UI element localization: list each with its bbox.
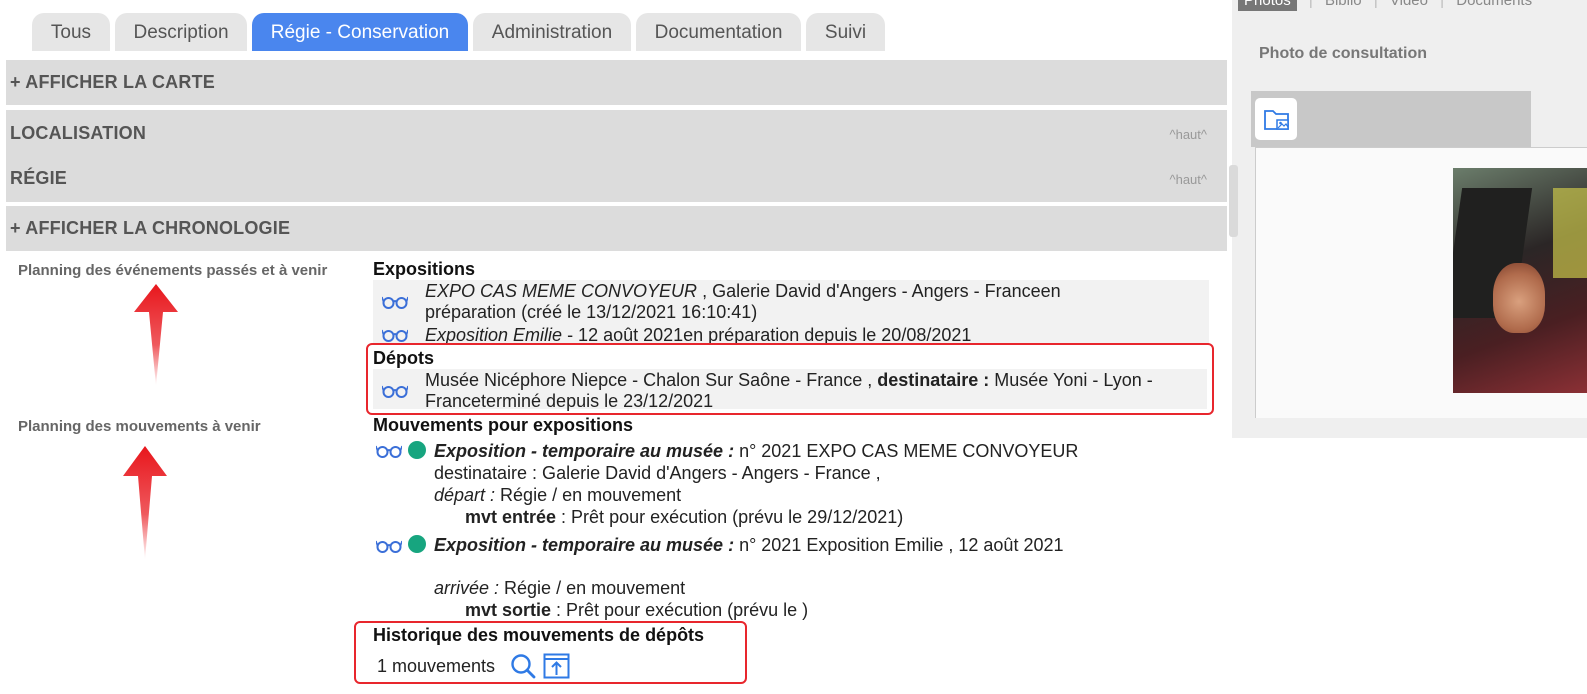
folder-image-icon [1264,110,1289,130]
show-chronology-label: + AFFICHER LA CHRONOLOGIE [10,218,291,238]
glasses-icon[interactable] [376,539,402,553]
mvt-exit-value: : Prêt pour exécution (prévu le ) [551,600,809,620]
exposition-item-line2: préparation (créé le 13/12/2021 16:10:41… [425,302,758,322]
exposition-item: EXPO CAS MEME CONVOYEUR , Galerie David … [425,281,1061,302]
expositions-heading: Expositions [373,259,476,279]
movements-planning-label: Planning des mouvements à venir [18,418,261,435]
regie-heading[interactable]: RÉGIE [10,168,67,189]
glasses-icon[interactable] [382,384,408,398]
departure-label: départ : [434,485,496,505]
events-planning-label: Planning des événements passés et à veni… [18,262,328,279]
show-map-bar[interactable]: + AFFICHER LA CARTE [6,60,1227,105]
mvt-exit-label: mvt sortie [465,600,552,620]
panel-resize-handle[interactable] [1229,165,1238,237]
depots-heading: Dépots [373,348,435,368]
export-icon[interactable] [543,653,570,679]
photo-panel-title: Photo de consultation [1259,45,1427,62]
glasses-icon[interactable] [382,295,408,309]
depot-origin: Musée Nicéphore Niepce - Chalon Sur Saôn… [425,370,878,390]
tab-biblio[interactable]: Biblio [1325,0,1362,9]
tab-regie-conservation[interactable]: Régie - Conservation [252,13,468,51]
tab-documents[interactable]: Documents [1456,0,1532,9]
photo-note-shape [1553,188,1587,278]
localisation-regie-block: LOCALISATION ^haut^ RÉGIE ^haut^ [6,110,1227,202]
movement-number: n° 2021 EXPO CAS MEME CONVOYEUR [734,441,1079,461]
tab-photos[interactable]: Photos [1238,0,1297,11]
history-count: 1 mouvements [377,656,496,676]
movement-exit: mvt sortie : Prêt pour exécution (prévu … [465,600,808,621]
exposition-details: - 12 août 2021en préparation depuis le 2… [562,325,972,345]
arrival-label: arrivée : [434,578,500,598]
movement-arrival: arrivée : Régie / en mouvement [434,578,685,599]
tab-video[interactable]: Video [1390,0,1428,9]
exposition-title[interactable]: EXPO CAS MEME CONVOYEUR [425,281,697,301]
exposition-details: , Galerie David d'Angers - Angers - Fran… [697,281,1061,301]
movement-entry: mvt entrée : Prêt pour exécution (prévu … [465,507,903,528]
movements-heading: Mouvements pour expositions [373,415,634,435]
localisation-heading[interactable]: LOCALISATION [10,123,146,144]
movement-number: n° 2021 Exposition Emilie , 12 août 2021 [734,535,1064,555]
glasses-icon[interactable] [382,328,408,342]
photo-figurine-shape [1493,263,1545,333]
glasses-icon[interactable] [376,444,402,458]
arrow-up-icon [134,284,178,386]
back-to-top-link[interactable]: ^haut^ [1169,172,1207,187]
movement-item: Exposition - temporaire au musée : n° 20… [434,535,1064,556]
depot-item-line2: Franceterminé depuis le 23/12/2021 [425,391,714,411]
show-chronology-bar[interactable]: + AFFICHER LA CHRONOLOGIE [6,206,1227,251]
folder-image-button[interactable] [1255,98,1297,140]
movement-destination: destinataire : Galerie David d'Angers - … [434,463,881,483]
mvt-entry-value: : Prêt pour exécution (prévu le 29/12/20… [556,507,904,527]
tab-description[interactable]: Description [115,13,247,51]
back-to-top-link[interactable]: ^haut^ [1169,127,1207,142]
exposition-title[interactable]: Exposition Emilie [425,325,562,345]
tab-administration[interactable]: Administration [473,13,631,51]
departure-value: Régie / en mouvement [495,485,682,505]
media-tabs: Photos | Biblio | Video | Documents [1238,0,1532,11]
tab-documentation[interactable]: Documentation [636,13,801,51]
history-heading: Historique des mouvements de dépôts [373,625,705,645]
movement-item: Exposition - temporaire au musée : n° 20… [434,441,1078,462]
movement-departure: départ : Régie / en mouvement [434,485,681,506]
consultation-photo[interactable] [1453,168,1587,393]
mvt-entry-label: mvt entrée [465,507,557,527]
depot-recipient-label: destinataire : [877,370,990,390]
show-map-label: + AFFICHER LA CARTE [10,72,215,92]
movement-type: Exposition - temporaire au musée : [434,535,735,555]
tab-suivi[interactable]: Suivi [806,13,885,51]
status-dot-icon [408,535,426,553]
search-icon[interactable] [510,653,536,679]
arrow-up-icon [123,446,167,560]
tab-tous[interactable]: Tous [32,13,110,51]
depot-recipient: Musée Yoni - Lyon - [989,370,1153,390]
depot-item: Musée Nicéphore Niepce - Chalon Sur Saôn… [425,370,1153,391]
movement-type: Exposition - temporaire au musée : [434,441,735,461]
status-dot-icon [408,441,426,459]
arrival-value: Régie / en mouvement [499,578,686,598]
